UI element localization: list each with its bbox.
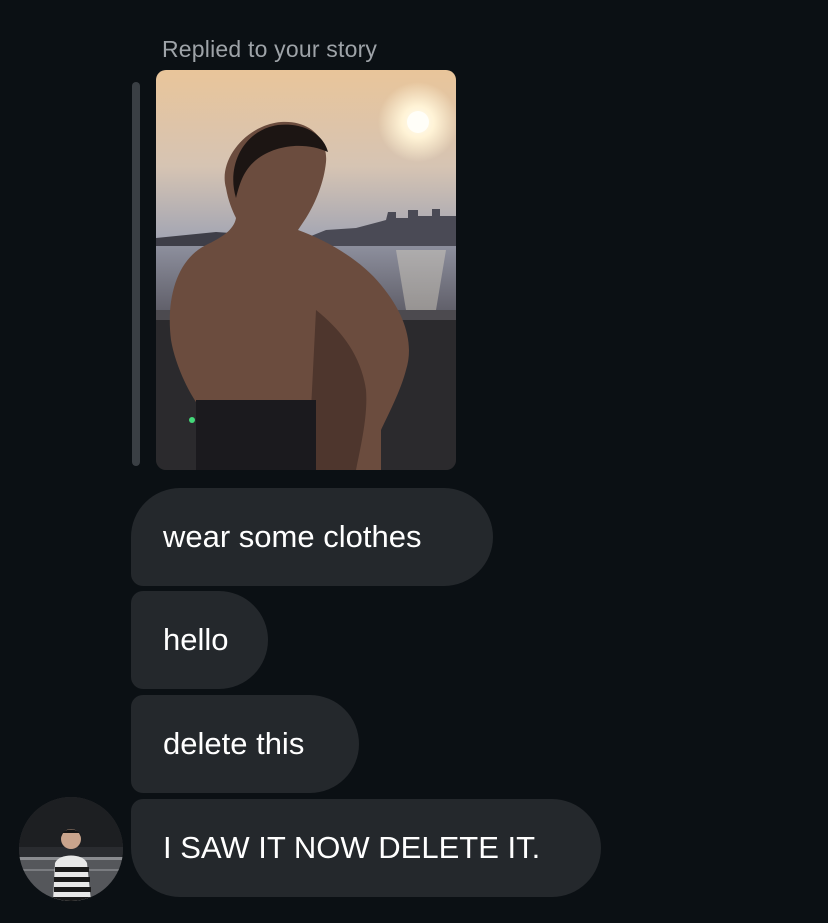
direct-message-thread: Replied to your story wear some clothes …	[0, 0, 828, 923]
reply-quote-bar	[132, 82, 140, 466]
message-bubble[interactable]: wear some clothes	[131, 488, 493, 586]
avatar-photo-icon	[19, 797, 123, 901]
message-bubble[interactable]: hello	[131, 591, 268, 689]
sender-avatar[interactable]	[19, 797, 123, 901]
replied-to-story-label: Replied to your story	[162, 36, 378, 62]
story-photo-icon	[156, 70, 456, 470]
message-bubble[interactable]: delete this	[131, 695, 359, 793]
message-bubble[interactable]: I SAW IT NOW DELETE IT.	[131, 799, 601, 897]
story-thumbnail[interactable]	[156, 70, 456, 470]
